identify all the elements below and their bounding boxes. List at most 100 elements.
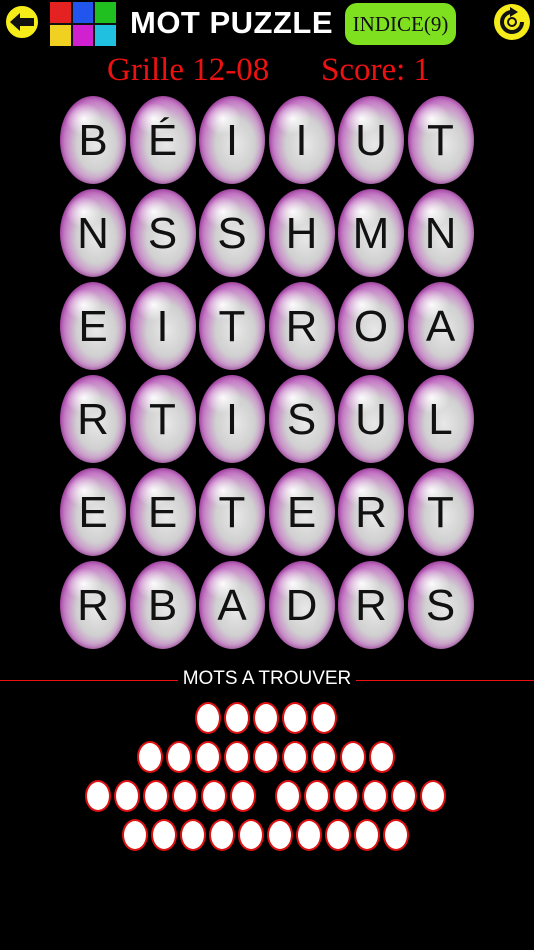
letter-bubble[interactable]: R xyxy=(268,282,335,370)
letter-bubble[interactable]: T xyxy=(407,96,474,184)
letter-bubble[interactable]: S xyxy=(199,189,265,277)
letter-text: I xyxy=(225,395,239,444)
letter-text: R xyxy=(355,581,387,630)
letter-bubble[interactable]: T xyxy=(407,468,474,556)
letter-slot xyxy=(195,702,221,734)
app-title: MOT PUZZLE xyxy=(130,5,334,40)
letter-text: H xyxy=(285,209,318,258)
letter-bubble[interactable]: E xyxy=(60,468,126,556)
letter-bubble[interactable]: R xyxy=(338,468,404,556)
back-button[interactable] xyxy=(4,4,40,40)
letter-slot xyxy=(224,741,250,773)
letter-slot xyxy=(201,780,227,812)
letter-slot xyxy=(172,780,198,812)
grid-label: Grille 12-08 xyxy=(107,52,270,88)
letter-slot xyxy=(224,702,250,734)
letter-slot xyxy=(166,741,192,773)
letter-text: U xyxy=(355,395,387,444)
letter-bubble[interactable]: A xyxy=(199,561,265,649)
letter-text: E xyxy=(286,488,317,537)
puzzle-logo-icon xyxy=(50,2,116,46)
letter-board: BÉIIUTNSSHMNEITROARTISULEETERTRBADRS xyxy=(60,96,474,654)
letter-slot xyxy=(253,702,279,734)
letter-bubble[interactable]: E xyxy=(60,282,126,370)
letter-bubble[interactable]: E xyxy=(268,468,335,556)
letter-bubble[interactable]: T xyxy=(199,468,265,556)
letter-text: R xyxy=(77,395,109,444)
letter-slot xyxy=(354,819,380,851)
letter-text: S xyxy=(217,209,247,258)
score-label: Score: 1 xyxy=(321,52,431,88)
letter-text: E xyxy=(147,488,178,537)
hint-button[interactable]: INDICE(9) xyxy=(345,3,456,45)
letter-bubble[interactable]: R xyxy=(60,561,126,649)
letter-bubble[interactable]: R xyxy=(60,375,126,463)
logo-tile xyxy=(72,25,94,46)
logo-tile xyxy=(95,25,116,46)
letter-slot xyxy=(369,741,395,773)
letter-bubble[interactable]: N xyxy=(60,189,126,277)
letter-bubble[interactable]: I xyxy=(199,96,265,184)
letter-bubble[interactable]: S xyxy=(407,561,474,649)
letter-bubble[interactable]: D xyxy=(268,561,335,649)
letter-bubble[interactable]: T xyxy=(129,375,196,463)
letter-text: I xyxy=(156,302,169,351)
letter-slot xyxy=(282,741,308,773)
letter-slot xyxy=(383,819,409,851)
letter-bubble[interactable]: O xyxy=(338,282,404,370)
letter-slot xyxy=(253,741,279,773)
letter-bubble[interactable]: R xyxy=(338,561,404,649)
letter-slot xyxy=(304,780,330,812)
letter-slot xyxy=(230,780,256,812)
letter-bubble[interactable]: I xyxy=(268,96,335,184)
letter-slot xyxy=(137,741,163,773)
logo-tile xyxy=(50,2,71,23)
letter-bubble[interactable]: N xyxy=(407,189,474,277)
letter-slot xyxy=(85,780,111,812)
letter-slot xyxy=(275,780,301,812)
letter-text: S xyxy=(425,581,456,630)
letter-slot xyxy=(420,780,446,812)
letter-text: B xyxy=(147,581,178,630)
letter-text: A xyxy=(425,302,456,351)
letter-text: R xyxy=(355,488,387,537)
letter-bubble[interactable]: U xyxy=(338,375,404,463)
letter-bubble[interactable]: S xyxy=(129,189,196,277)
letter-slot xyxy=(325,819,351,851)
letter-bubble[interactable]: T xyxy=(199,282,265,370)
letter-slot xyxy=(333,780,359,812)
letter-slot xyxy=(151,819,177,851)
letter-text: T xyxy=(427,488,454,537)
letter-bubble[interactable]: L xyxy=(407,375,474,463)
letter-text: T xyxy=(149,395,176,444)
letter-bubble[interactable]: I xyxy=(129,282,196,370)
letter-text: R xyxy=(77,581,109,630)
refresh-button[interactable] xyxy=(494,4,530,40)
letter-text: U xyxy=(355,116,387,165)
letter-bubble[interactable]: U xyxy=(338,96,404,184)
letter-text: T xyxy=(218,488,246,537)
letter-bubble[interactable]: A xyxy=(407,282,474,370)
logo-tile xyxy=(72,2,94,23)
letter-text: L xyxy=(428,395,453,444)
letter-text: I xyxy=(295,116,308,165)
letter-bubble[interactable]: E xyxy=(129,468,196,556)
letter-slot xyxy=(282,702,308,734)
letter-bubble[interactable]: I xyxy=(199,375,265,463)
letter-bubble[interactable]: B xyxy=(60,96,126,184)
letter-text: N xyxy=(77,209,109,258)
letter-slot xyxy=(391,780,417,812)
letter-bubble[interactable]: M xyxy=(338,189,404,277)
words-to-find-title: MOTS A TROUVER xyxy=(182,668,352,689)
letter-bubble[interactable]: H xyxy=(268,189,335,277)
letter-bubble[interactable]: B xyxy=(129,561,196,649)
letter-bubble[interactable]: É xyxy=(129,96,196,184)
refresh-icon xyxy=(500,7,524,34)
letter-slot xyxy=(311,741,337,773)
letter-slot xyxy=(362,780,388,812)
letter-text: E xyxy=(78,488,108,537)
logo-tile xyxy=(50,25,71,46)
letter-bubble[interactable]: S xyxy=(268,375,335,463)
letter-text: S xyxy=(147,209,178,258)
letter-text: A xyxy=(217,581,247,630)
